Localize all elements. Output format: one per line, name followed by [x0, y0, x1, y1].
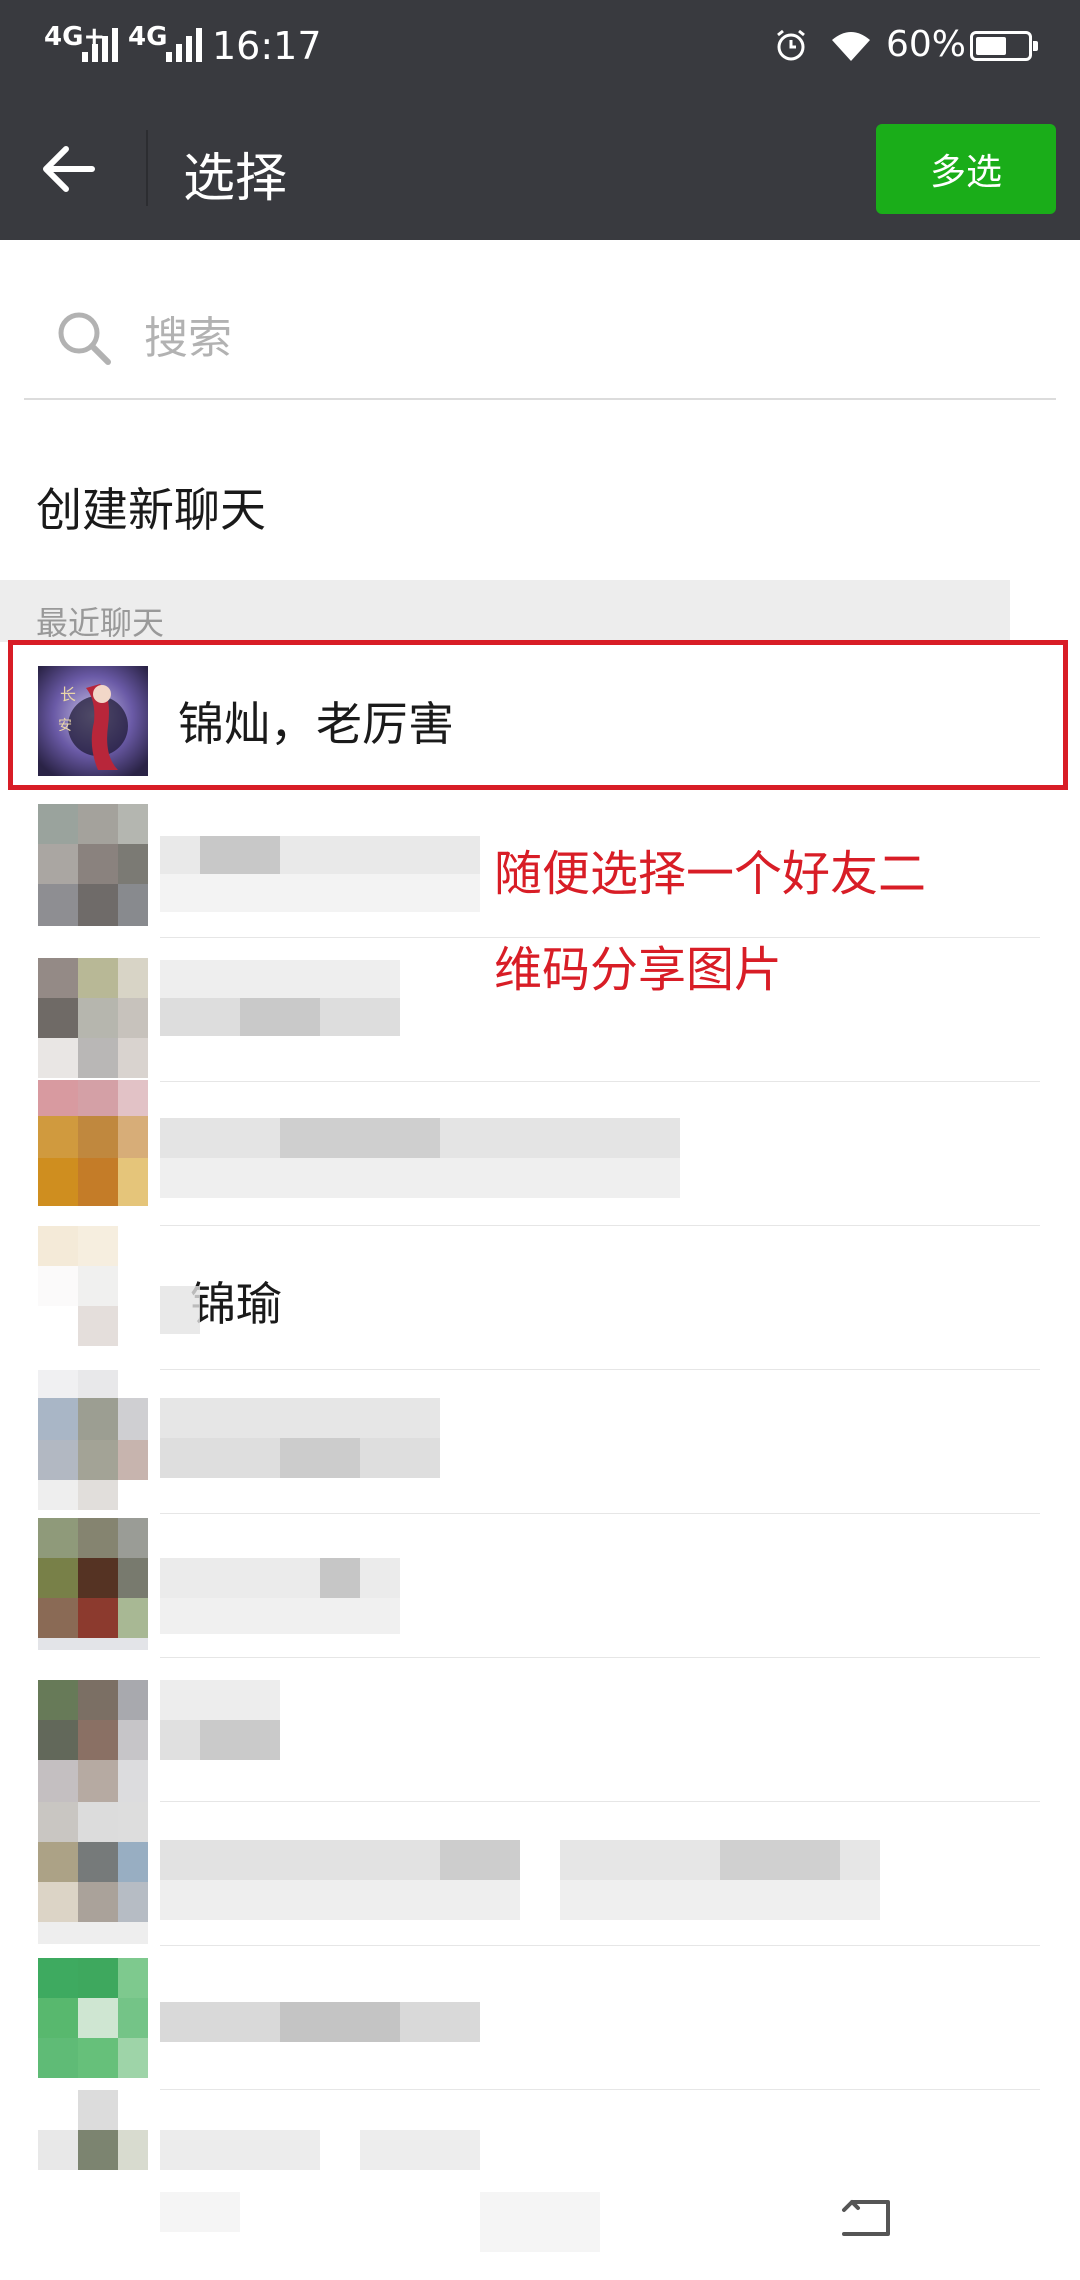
chat-row[interactable]: [0, 1802, 1080, 1946]
title-divider: [146, 130, 148, 206]
chat-row[interactable]: 锦瑜: [0, 1226, 1080, 1370]
chat-row[interactable]: [0, 938, 1080, 1082]
nav-left-ghost: [160, 2192, 240, 2232]
avatar: [38, 1226, 148, 1346]
create-new-chat-item[interactable]: 创建新聊天: [0, 440, 1080, 580]
avatar: [38, 1802, 148, 1944]
chat-row[interactable]: [0, 1370, 1080, 1514]
battery-icon: [970, 31, 1038, 61]
chat-row[interactable]: [0, 1514, 1080, 1658]
status-time: 16:17: [212, 24, 322, 68]
status-bar: 4G+ 4G 16:17 60%: [0, 0, 1080, 96]
back-arrow-icon[interactable]: [30, 134, 110, 204]
avatar: [38, 804, 148, 926]
multi-select-button[interactable]: 多选: [876, 124, 1056, 214]
recent-chats-label: 最近聊天: [36, 604, 165, 642]
avatar: [38, 958, 148, 1078]
signal-2-label: 4G: [128, 22, 168, 52]
page-title: 选择: [183, 149, 288, 209]
nav-back-icon[interactable]: [838, 2192, 894, 2242]
wifi-icon: [832, 32, 870, 61]
chat-name: 锦瑜: [190, 1277, 282, 1331]
annotation-line-1: 随便选择一个好友二: [494, 846, 927, 902]
recent-chats-header: 最近聊天: [0, 580, 1010, 642]
chat-row[interactable]: [0, 1946, 1080, 2090]
search-icon: [58, 312, 111, 365]
alarm-icon: [777, 29, 805, 61]
avatar: [38, 1370, 148, 1510]
chat-row[interactable]: [0, 1658, 1080, 1802]
avatar: [38, 2090, 148, 2180]
battery-percent: 60%: [886, 24, 967, 65]
search-input[interactable]: [142, 302, 1026, 374]
avatar: [38, 1958, 148, 2088]
create-new-chat-label: 创建新聊天: [36, 483, 266, 537]
avatar: [38, 1518, 148, 1650]
highlight-box: [8, 640, 1068, 790]
avatar: [38, 1680, 148, 1802]
title-bar: 选择 多选: [0, 96, 1080, 240]
chat-row[interactable]: [0, 1080, 1080, 1226]
signal-1-icon: [82, 28, 118, 62]
signal-2-icon: [166, 28, 202, 62]
search-bar: [24, 288, 1056, 400]
avatar: [38, 1080, 148, 1206]
nav-home-ghost: [480, 2192, 600, 2252]
